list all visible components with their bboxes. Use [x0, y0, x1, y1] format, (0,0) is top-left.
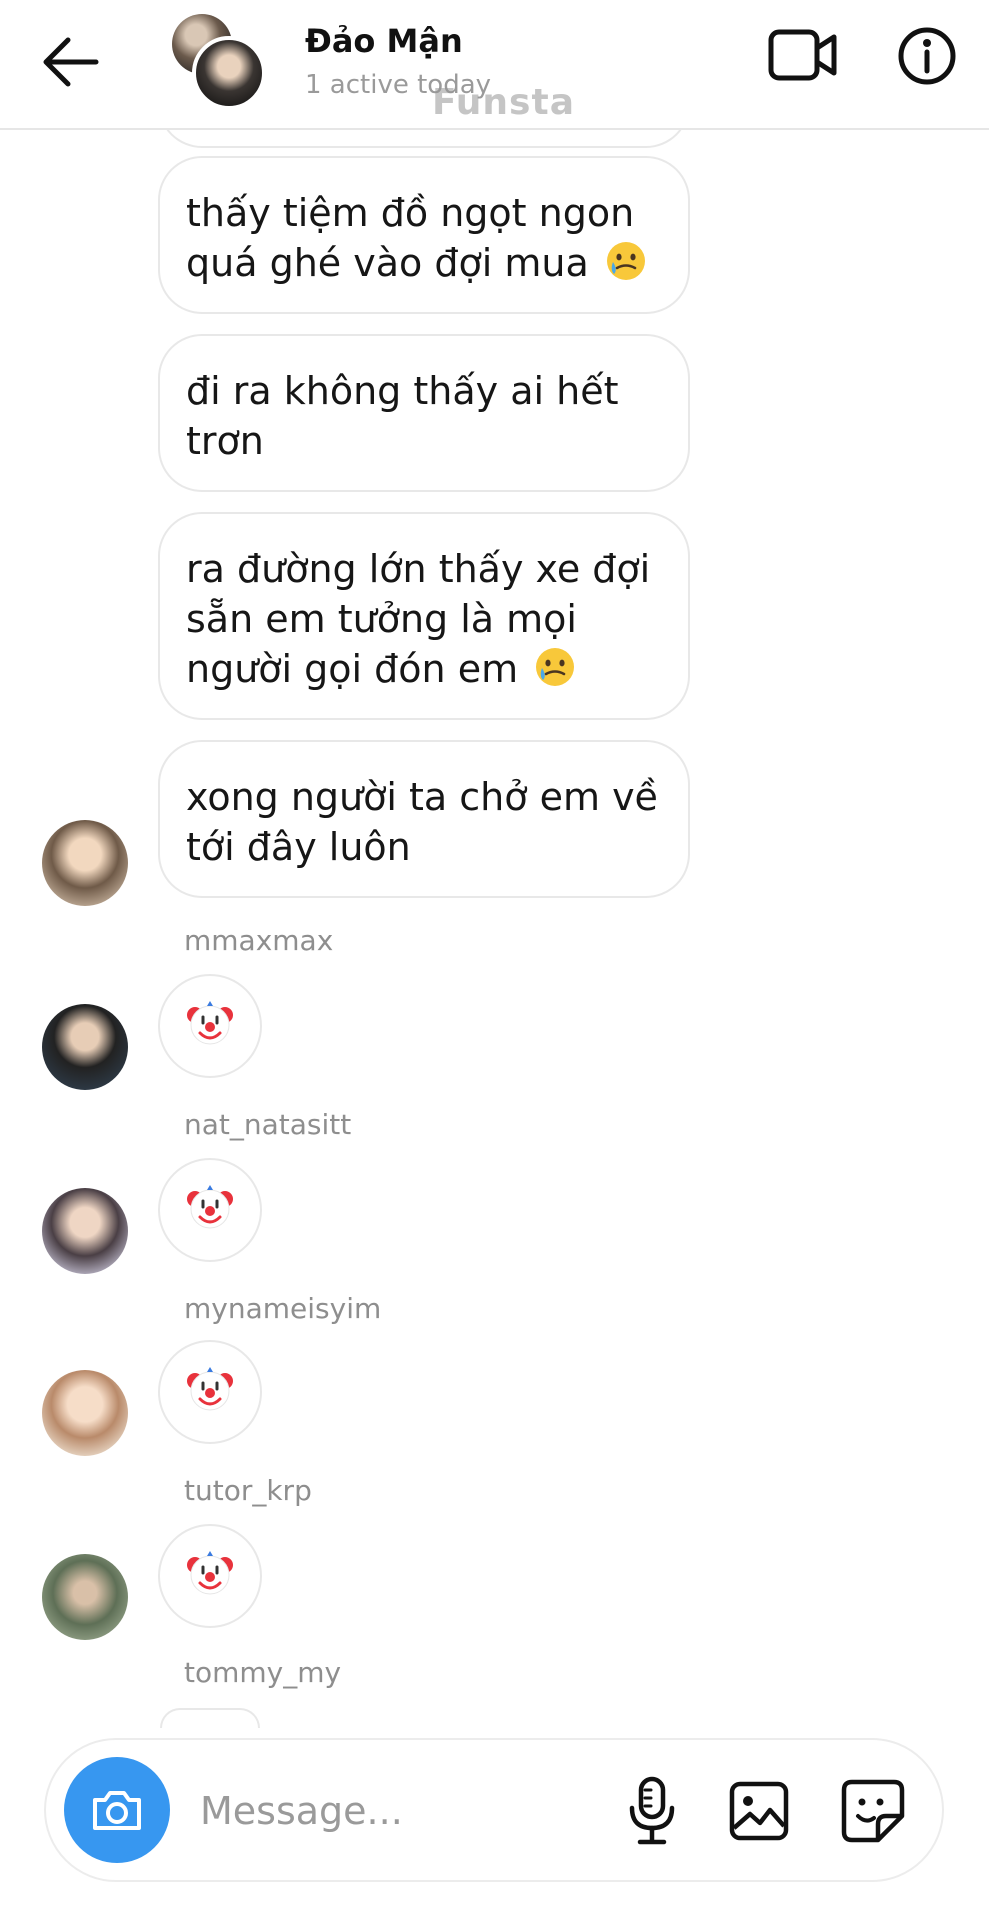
sticker-button[interactable]: [840, 1778, 906, 1844]
message-input[interactable]: [198, 1770, 622, 1852]
info-button[interactable]: [897, 26, 957, 86]
video-call-button[interactable]: [768, 26, 838, 84]
message-text: ra đường lớn thấy xe đợi sẵn em tưởng là…: [186, 547, 651, 691]
back-button[interactable]: [40, 35, 104, 89]
reaction-username: tommy_my: [184, 1656, 342, 1689]
sender-avatar[interactable]: [42, 820, 128, 906]
reaction-username: nat_natasitt: [184, 1108, 352, 1141]
message-thread[interactable]: thấy tiệm đồ ngọt ngon quá ghé vào đợi m…: [0, 0, 989, 1728]
microphone-icon: [629, 1776, 675, 1845]
reactor-avatar[interactable]: [42, 1554, 128, 1640]
reaction-bubble[interactable]: [158, 974, 262, 1078]
reactor-avatar[interactable]: [42, 1188, 128, 1274]
voice-message-button[interactable]: [622, 1776, 682, 1846]
clown-face-icon: [185, 1183, 235, 1237]
camera-icon: [93, 1791, 141, 1830]
watermark: Funsta: [432, 82, 575, 123]
message-bubble[interactable]: đi ra không thấy ai hết trơn: [158, 334, 690, 492]
gallery-button[interactable]: [728, 1780, 790, 1842]
reaction-username: mynameisyim: [184, 1292, 382, 1325]
video-camera-icon: [768, 29, 837, 81]
message-bubble[interactable]: ra đường lớn thấy xe đợi sẵn em tưởng là…: [158, 512, 690, 720]
reaction-bubble[interactable]: [158, 1524, 262, 1628]
image-icon: [729, 1781, 789, 1841]
message-text: thấy tiệm đồ ngọt ngon quá ghé vào đợi m…: [186, 191, 635, 285]
reaction-bubble[interactable]: [158, 1340, 262, 1444]
arrow-left-icon: [43, 37, 99, 87]
reactor-avatar[interactable]: [42, 1370, 128, 1456]
sticker-icon: [841, 1779, 905, 1843]
reaction-username: mmaxmax: [184, 924, 334, 957]
clown-face-icon: [185, 999, 235, 1053]
sad-smile-tear-icon: [534, 646, 576, 700]
camera-button[interactable]: [64, 1757, 170, 1863]
reactor-avatar[interactable]: [42, 1004, 128, 1090]
message-text: xong người ta chở em về tới đây luôn: [186, 775, 658, 869]
message-bubble[interactable]: xong người ta chở em về tới đây luôn: [158, 740, 690, 898]
reaction-username: tutor_krp: [184, 1474, 312, 1507]
info-icon: [898, 27, 956, 85]
message-text: đi ra không thấy ai hết trơn: [186, 369, 619, 463]
message-bubble[interactable]: thấy tiệm đồ ngọt ngon quá ghé vào đợi m…: [158, 156, 690, 314]
message-composer: [44, 1738, 944, 1882]
clown-face-icon: [185, 1365, 235, 1419]
chat-header: Đảo Mận 1 active today Funsta: [0, 0, 989, 130]
chat-title[interactable]: Đảo Mận: [305, 22, 463, 60]
sad-smile-tear-icon: [605, 240, 647, 294]
clown-face-icon: [185, 1549, 235, 1603]
reaction-bubble[interactable]: [158, 1158, 262, 1262]
group-avatar[interactable]: [172, 14, 266, 110]
avatar: [192, 36, 266, 110]
reaction-bubble-partial: [160, 1708, 260, 1728]
